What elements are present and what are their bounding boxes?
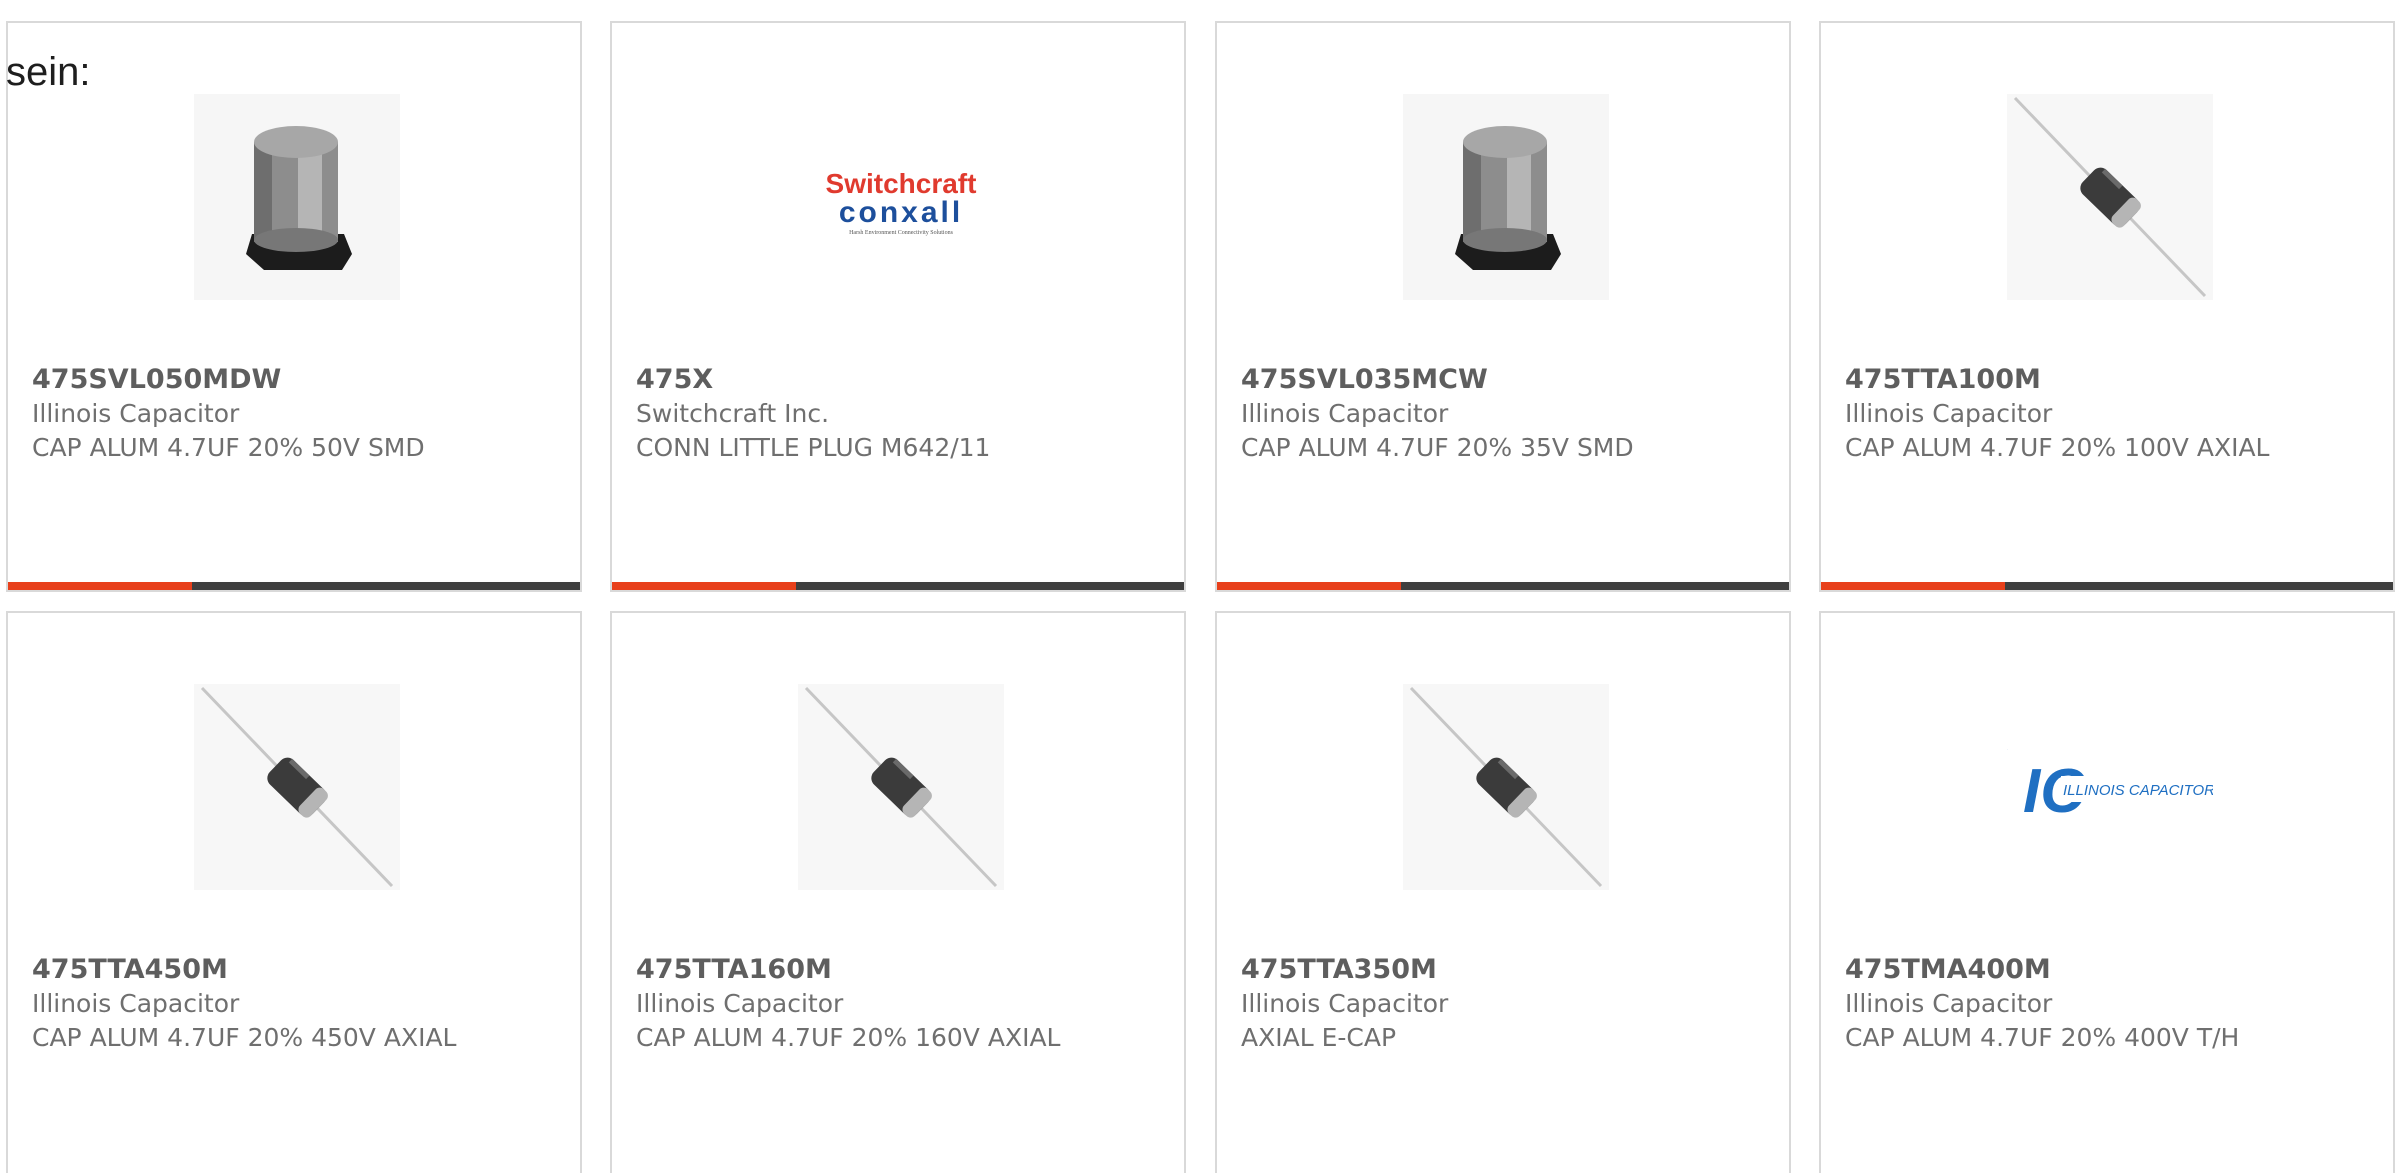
manufacturer: Illinois Capacitor xyxy=(1845,399,2053,428)
part-number[interactable]: 475TTA100M xyxy=(1845,363,2373,397)
description: CAP ALUM 4.7UF 20% 100V AXIAL xyxy=(1845,433,2270,462)
product-card[interactable]: Switchcraft conxall Harsh Environment Co… xyxy=(610,21,1186,592)
manufacturer: Illinois Capacitor xyxy=(1241,989,1449,1018)
card-bar xyxy=(1821,582,2393,590)
product-card[interactable]: 475SVL050MDW Illinois Capacitor CAP ALUM… xyxy=(6,21,582,592)
manufacturer: Illinois Capacitor xyxy=(636,989,844,1018)
part-number[interactable]: 475SVL050MDW xyxy=(32,363,560,397)
intro-text: sein: xyxy=(6,50,91,94)
illinois-capacitor-wordmark: ILLINOIS CAPACITOR, INC. xyxy=(2063,782,2213,799)
description: CAP ALUM 4.7UF 20% 35V SMD xyxy=(1241,433,1634,462)
manufacturer: Illinois Capacitor xyxy=(32,989,240,1018)
smd-capacitor-image xyxy=(194,94,400,300)
axial-capacitor-image xyxy=(798,684,1004,890)
product-card[interactable]: 475TTA350M Illinois Capacitor AXIAL E-CA… xyxy=(1215,611,1791,1173)
manufacturer: Illinois Capacitor xyxy=(1241,399,1449,428)
part-number[interactable]: 475TMA400M xyxy=(1845,953,2373,987)
product-info: 475X Switchcraft Inc. CONN LITTLE PLUG M… xyxy=(636,363,1164,465)
description: CAP ALUM 4.7UF 20% 50V SMD xyxy=(32,433,425,462)
part-number[interactable]: 475TTA350M xyxy=(1241,953,1769,987)
part-number[interactable]: 475TTA450M xyxy=(32,953,560,987)
description: CONN LITTLE PLUG M642/11 xyxy=(636,433,991,462)
card-bar xyxy=(1217,582,1789,590)
logo-tagline: Harsh Environment Connectivity Solutions xyxy=(849,230,953,236)
product-info: 475TTA450M Illinois Capacitor CAP ALUM 4… xyxy=(32,953,560,1055)
card-bar-accent xyxy=(612,582,796,590)
card-bar-accent xyxy=(1217,582,1401,590)
card-bar-accent xyxy=(1821,582,2005,590)
axial-capacitor-image xyxy=(194,684,400,890)
part-number[interactable]: 475SVL035MCW xyxy=(1241,363,1769,397)
product-info: 475TTA100M Illinois Capacitor CAP ALUM 4… xyxy=(1845,363,2373,465)
switchcraft-wordmark: Switchcraft xyxy=(826,168,977,199)
description: AXIAL E-CAP xyxy=(1241,1023,1397,1052)
axial-capacitor-image xyxy=(2007,94,2213,300)
product-card[interactable]: IC ILLINOIS CAPACITOR, INC. 475TMA400M I… xyxy=(1819,611,2395,1173)
product-card[interactable]: 475TTA100M Illinois Capacitor CAP ALUM 4… xyxy=(1819,21,2395,592)
product-info: 475TTA160M Illinois Capacitor CAP ALUM 4… xyxy=(636,953,1164,1055)
switchcraft-conxall-logo: Switchcraft conxall Harsh Environment Co… xyxy=(798,94,1004,300)
product-info: 475SVL050MDW Illinois Capacitor CAP ALUM… xyxy=(32,363,560,465)
product-card[interactable]: 475TTA450M Illinois Capacitor CAP ALUM 4… xyxy=(6,611,582,1173)
product-info: 475TTA350M Illinois Capacitor AXIAL E-CA… xyxy=(1241,953,1769,1055)
manufacturer: Switchcraft Inc. xyxy=(636,399,830,428)
card-bar-accent xyxy=(8,582,192,590)
description: CAP ALUM 4.7UF 20% 400V T/H xyxy=(1845,1023,2240,1052)
smd-capacitor-image xyxy=(1403,94,1609,300)
card-bar xyxy=(612,582,1184,590)
part-number[interactable]: 475X xyxy=(636,363,1164,397)
card-bar xyxy=(8,582,580,590)
illinois-capacitor-logo: IC ILLINOIS CAPACITOR, INC. xyxy=(2007,684,2213,890)
manufacturer: Illinois Capacitor xyxy=(1845,989,2053,1018)
product-info: 475TMA400M Illinois Capacitor CAP ALUM 4… xyxy=(1845,953,2373,1055)
description: CAP ALUM 4.7UF 20% 160V AXIAL xyxy=(636,1023,1061,1052)
product-info: 475SVL035MCW Illinois Capacitor CAP ALUM… xyxy=(1241,363,1769,465)
manufacturer: Illinois Capacitor xyxy=(32,399,240,428)
description: CAP ALUM 4.7UF 20% 450V AXIAL xyxy=(32,1023,457,1052)
conxall-wordmark: conxall xyxy=(839,196,963,229)
product-card[interactable]: 475TTA160M Illinois Capacitor CAP ALUM 4… xyxy=(610,611,1186,1173)
part-number[interactable]: 475TTA160M xyxy=(636,953,1164,987)
product-card[interactable]: 475SVL035MCW Illinois Capacitor CAP ALUM… xyxy=(1215,21,1791,592)
axial-capacitor-image xyxy=(1403,684,1609,890)
